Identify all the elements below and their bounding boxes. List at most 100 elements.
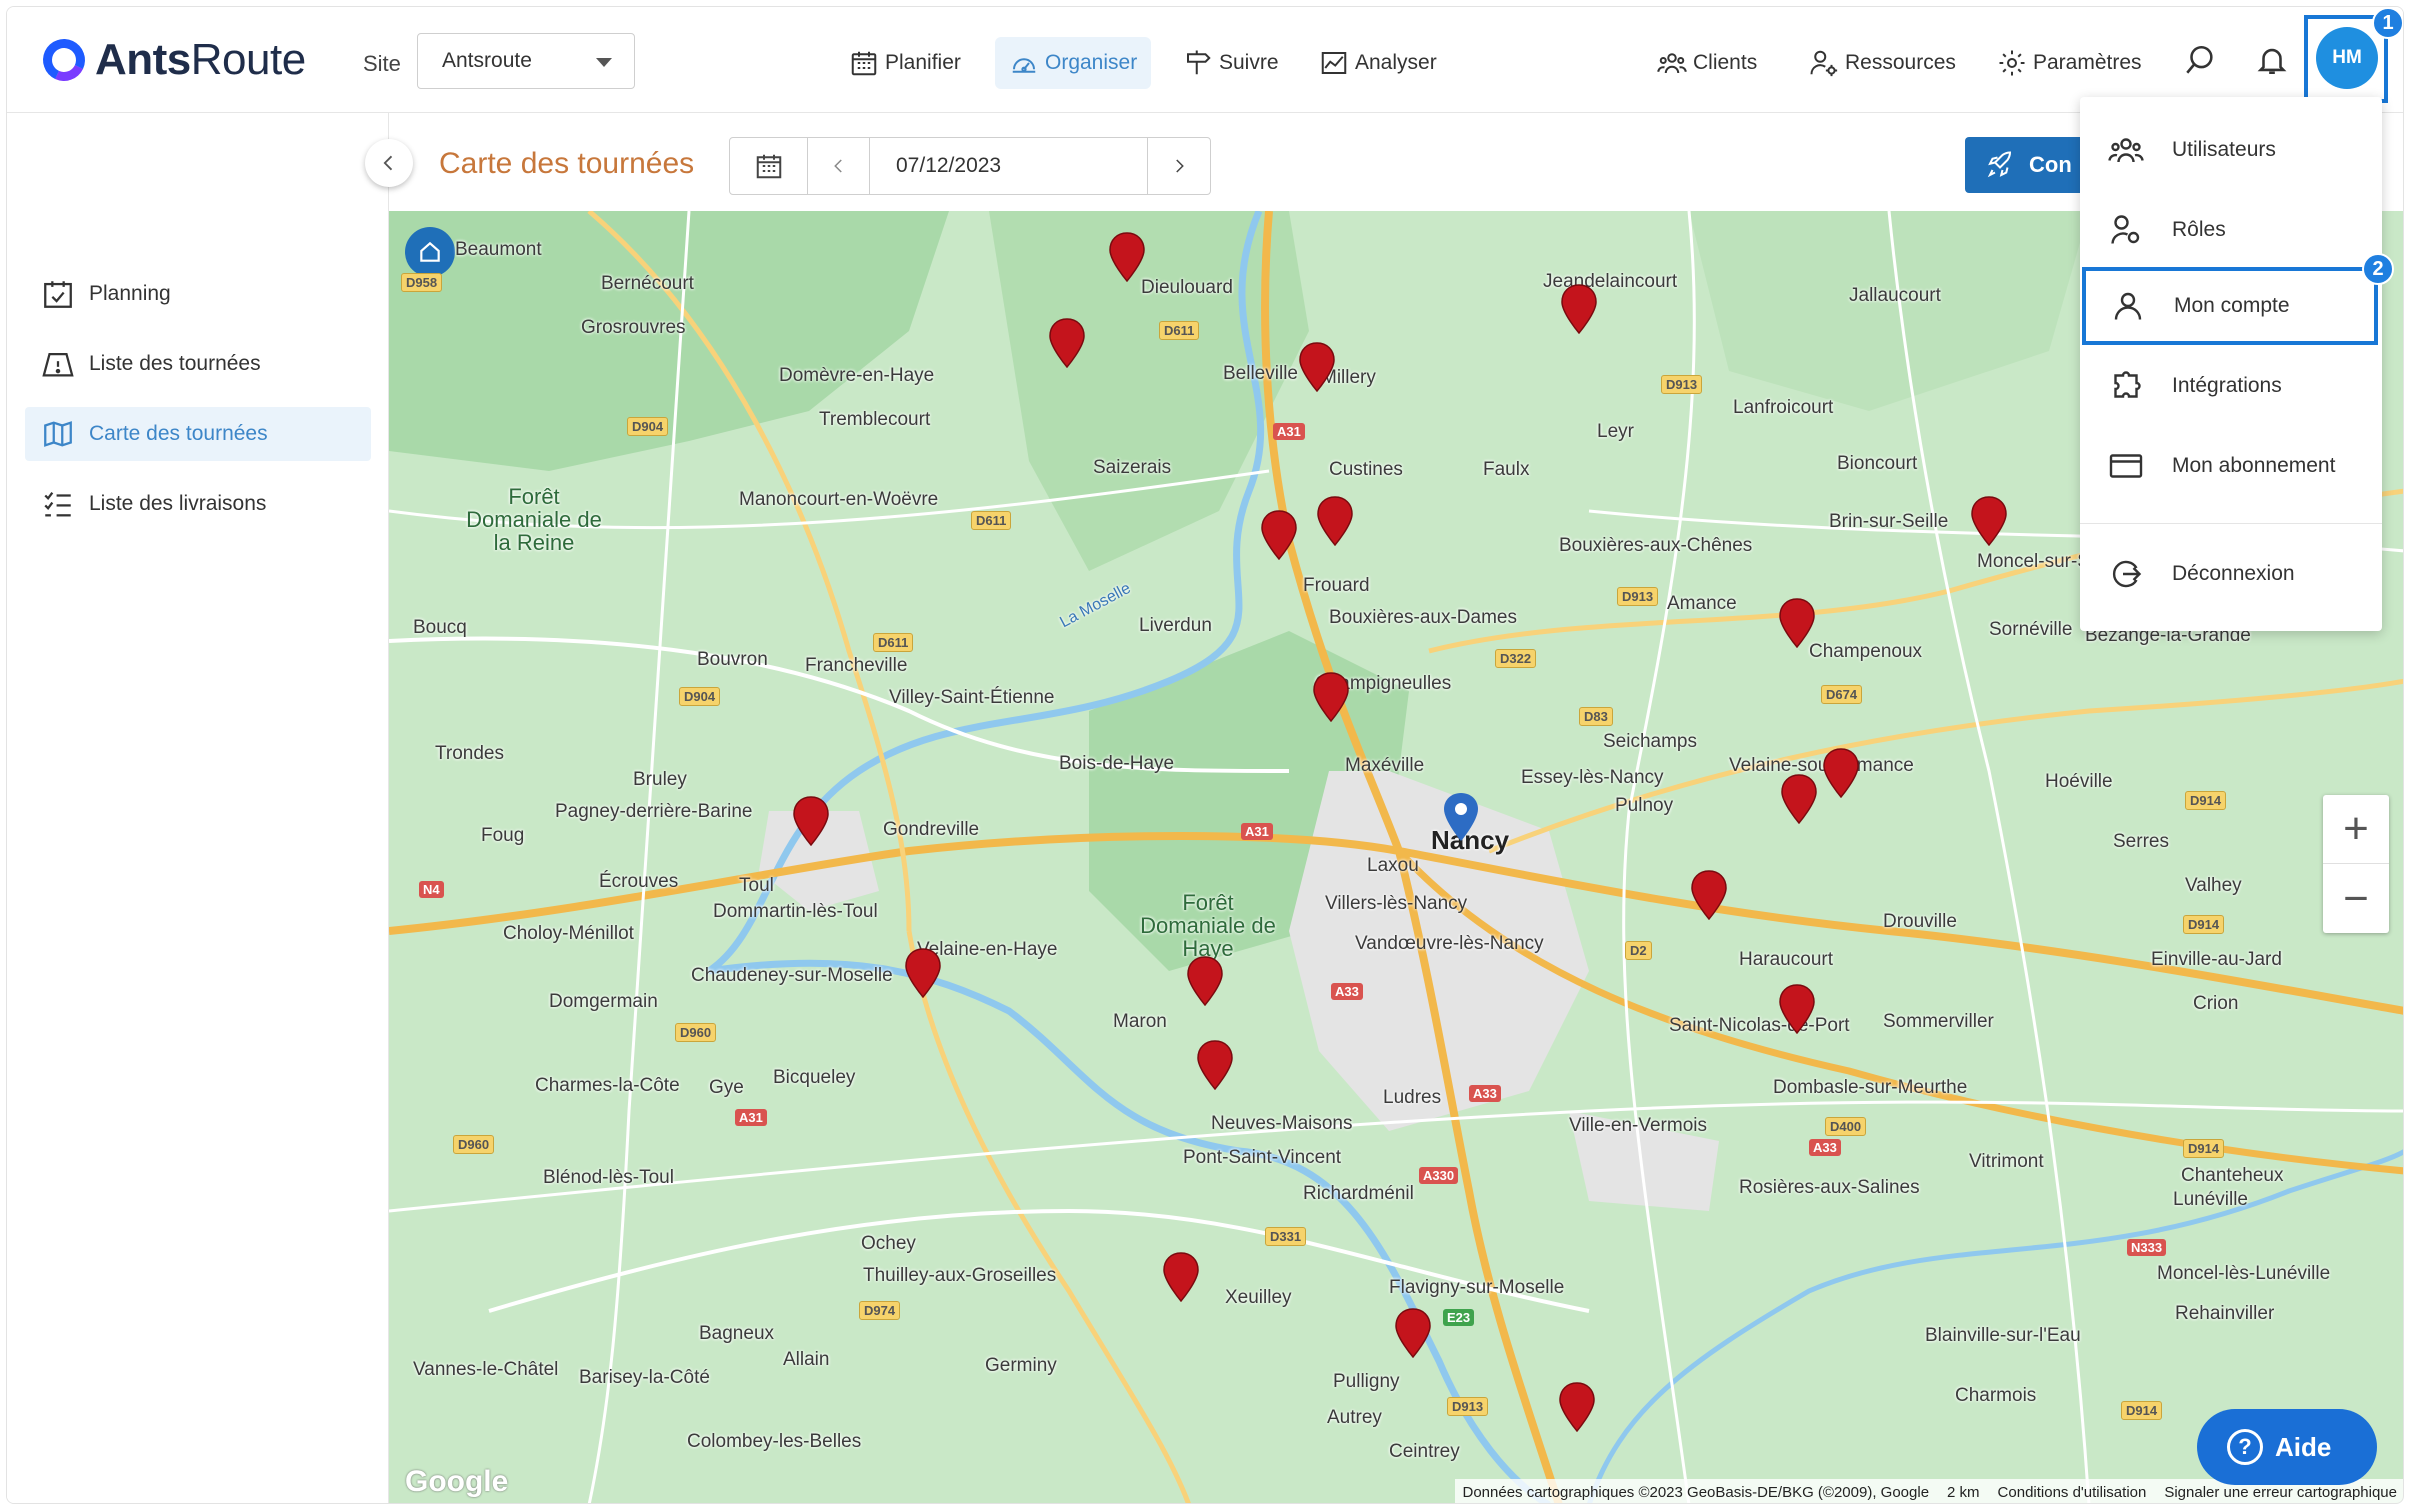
place-label: Autrey: [1327, 1407, 1382, 1428]
menu-item-mon-compte[interactable]: Mon compte: [2082, 267, 2378, 345]
help-button[interactable]: ? Aide: [2197, 1409, 2377, 1485]
menu-item-utilisateurs[interactable]: Utilisateurs: [2080, 111, 2382, 189]
date-value[interactable]: 07/12/2023: [870, 138, 1148, 194]
place-label: Pulligny: [1333, 1371, 1400, 1392]
date-picker[interactable]: 07/12/2023: [729, 137, 1211, 195]
nav-label: Suivre: [1219, 51, 1279, 74]
place-label: Toul: [739, 875, 774, 896]
route-stop-pin-icon[interactable]: [1297, 341, 1337, 393]
calendar-icon: [851, 51, 877, 76]
place-label: Bouxières-aux-Chênes: [1559, 535, 1753, 556]
place-label: Sommerviller: [1883, 1011, 1994, 1032]
antsroute-logo[interactable]: Ants Route: [37, 33, 306, 87]
checklist-icon: [44, 491, 71, 517]
place-label: Vitrimont: [1969, 1151, 2044, 1172]
place-label: Seichamps: [1603, 731, 1697, 752]
route-stop-pin-icon[interactable]: [1777, 597, 1817, 649]
search-icon[interactable]: [2183, 43, 2217, 77]
place-label: Leyr: [1597, 421, 1634, 442]
place-label: Blénod-lès-Toul: [543, 1167, 674, 1188]
primary-action-label: Con: [2029, 152, 2072, 177]
route-stop-pin-icon[interactable]: [791, 795, 831, 847]
place-label: Bioncourt: [1837, 453, 1918, 474]
zoom-in-button[interactable]: +: [2323, 795, 2389, 864]
place-label: Tremblecourt: [819, 409, 931, 430]
place-label: Bois-de-Haye: [1059, 753, 1175, 774]
avatar[interactable]: HM: [2316, 27, 2378, 89]
place-label: Dommartin-lès-Toul: [713, 901, 878, 922]
place-label: Brin-sur-Seille: [1829, 511, 1949, 532]
place-label: Frouard: [1303, 575, 1370, 596]
route-stop-pin-icon[interactable]: [1161, 1251, 1201, 1303]
blue-location-pin-icon[interactable]: [1441, 791, 1481, 843]
nav-label: Planifier: [885, 51, 961, 74]
step-badge-2: 2: [2362, 253, 2394, 285]
nav-label: Paramètres: [2033, 51, 2142, 74]
place-label: Laxou: [1367, 855, 1419, 876]
rocket-icon: [1987, 151, 2012, 178]
route-stop-pin-icon[interactable]: [1779, 773, 1819, 825]
route-stop-pin-icon[interactable]: [1689, 869, 1729, 921]
next-date-button[interactable]: [1148, 138, 1210, 194]
sidebar-item-planning[interactable]: Planning: [25, 267, 371, 321]
place-label: Charmois: [1955, 1385, 2037, 1406]
route-stop-pin-icon[interactable]: [1195, 1039, 1235, 1091]
terms-link[interactable]: Conditions d'utilisation: [1998, 1484, 2147, 1501]
route-stop-pin-icon[interactable]: [903, 947, 943, 999]
calendar-icon: [756, 154, 781, 179]
home-marker[interactable]: [405, 227, 455, 277]
step-badge-1: 1: [2372, 7, 2403, 39]
place-label: Amance: [1667, 593, 1737, 614]
zoom-out-button[interactable]: −: [2323, 864, 2389, 933]
place-label: Foug: [481, 825, 525, 846]
menu-item-integrations[interactable]: Intégrations: [2080, 347, 2382, 425]
nav-ressources[interactable]: Ressources: [1795, 37, 1970, 89]
menu-item-deconnexion[interactable]: Déconnexion: [2080, 535, 2382, 613]
nav-organiser[interactable]: Organiser: [995, 37, 1152, 89]
route-stop-pin-icon[interactable]: [1969, 495, 2009, 547]
nav-label: Analyser: [1355, 51, 1437, 74]
route-stop-pin-icon[interactable]: [1393, 1307, 1433, 1359]
route-stop-pin-icon[interactable]: [1047, 317, 1087, 369]
menu-item-mon-abonnement[interactable]: Mon abonnement: [2080, 427, 2382, 505]
menu-item-label: Intégrations: [2172, 374, 2282, 397]
route-stop-pin-icon[interactable]: [1315, 495, 1355, 547]
place-label: Gye: [709, 1077, 744, 1098]
route-stop-pin-icon[interactable]: [1107, 231, 1147, 283]
place-label: Rosières-aux-Salines: [1739, 1177, 1920, 1198]
site-select[interactable]: Antsroute: [417, 33, 635, 89]
calendar-button[interactable]: [730, 138, 808, 194]
route-stop-pin-icon[interactable]: [1259, 509, 1299, 561]
site-select-value: Antsroute: [442, 49, 532, 72]
nav-suivre[interactable]: Suivre: [1169, 37, 1293, 89]
nav-label: Clients: [1693, 51, 1758, 74]
route-stop-pin-icon[interactable]: [1559, 283, 1599, 335]
nav-clients[interactable]: Clients: [1643, 37, 1771, 89]
route-stop-pin-icon[interactable]: [1821, 747, 1861, 799]
sidebar-item-label: Liste des tournées: [89, 352, 261, 375]
menu-item-label: Mon compte: [2174, 294, 2290, 317]
nav-parametres[interactable]: Paramètres: [1983, 37, 2156, 89]
previous-date-button[interactable]: [808, 138, 870, 194]
place-label: Villey-Saint-Étienne: [889, 687, 1055, 708]
route-stop-pin-icon[interactable]: [1185, 955, 1225, 1007]
place-label: Boucq: [413, 617, 467, 638]
sidebar-item-label: Planning: [89, 282, 171, 305]
route-stop-pin-icon[interactable]: [1311, 671, 1351, 723]
report-error-link[interactable]: Signaler une erreur cartographique: [2164, 1484, 2397, 1501]
nav-planifier[interactable]: Planifier: [835, 37, 975, 89]
sidebar-collapse-button[interactable]: [365, 139, 413, 187]
sidebar-item-carte-tournees[interactable]: Carte des tournées: [25, 407, 371, 461]
sidebar-item-liste-tournees[interactable]: Liste des tournées: [25, 337, 371, 391]
place-label: Lanfroicourt: [1733, 397, 1834, 418]
sidebar-item-liste-livraisons[interactable]: Liste des livraisons: [25, 477, 371, 531]
menu-item-roles[interactable]: Rôles: [2080, 191, 2382, 269]
place-label: Allain: [783, 1349, 830, 1370]
google-logo: Google: [405, 1465, 509, 1498]
place-label: Bicqueley: [773, 1067, 856, 1088]
route-stop-pin-icon[interactable]: [1557, 1381, 1597, 1433]
bell-icon[interactable]: [2255, 43, 2289, 77]
gear-icon: [1999, 50, 2025, 76]
route-stop-pin-icon[interactable]: [1777, 983, 1817, 1035]
nav-analyser[interactable]: Analyser: [1305, 37, 1451, 89]
